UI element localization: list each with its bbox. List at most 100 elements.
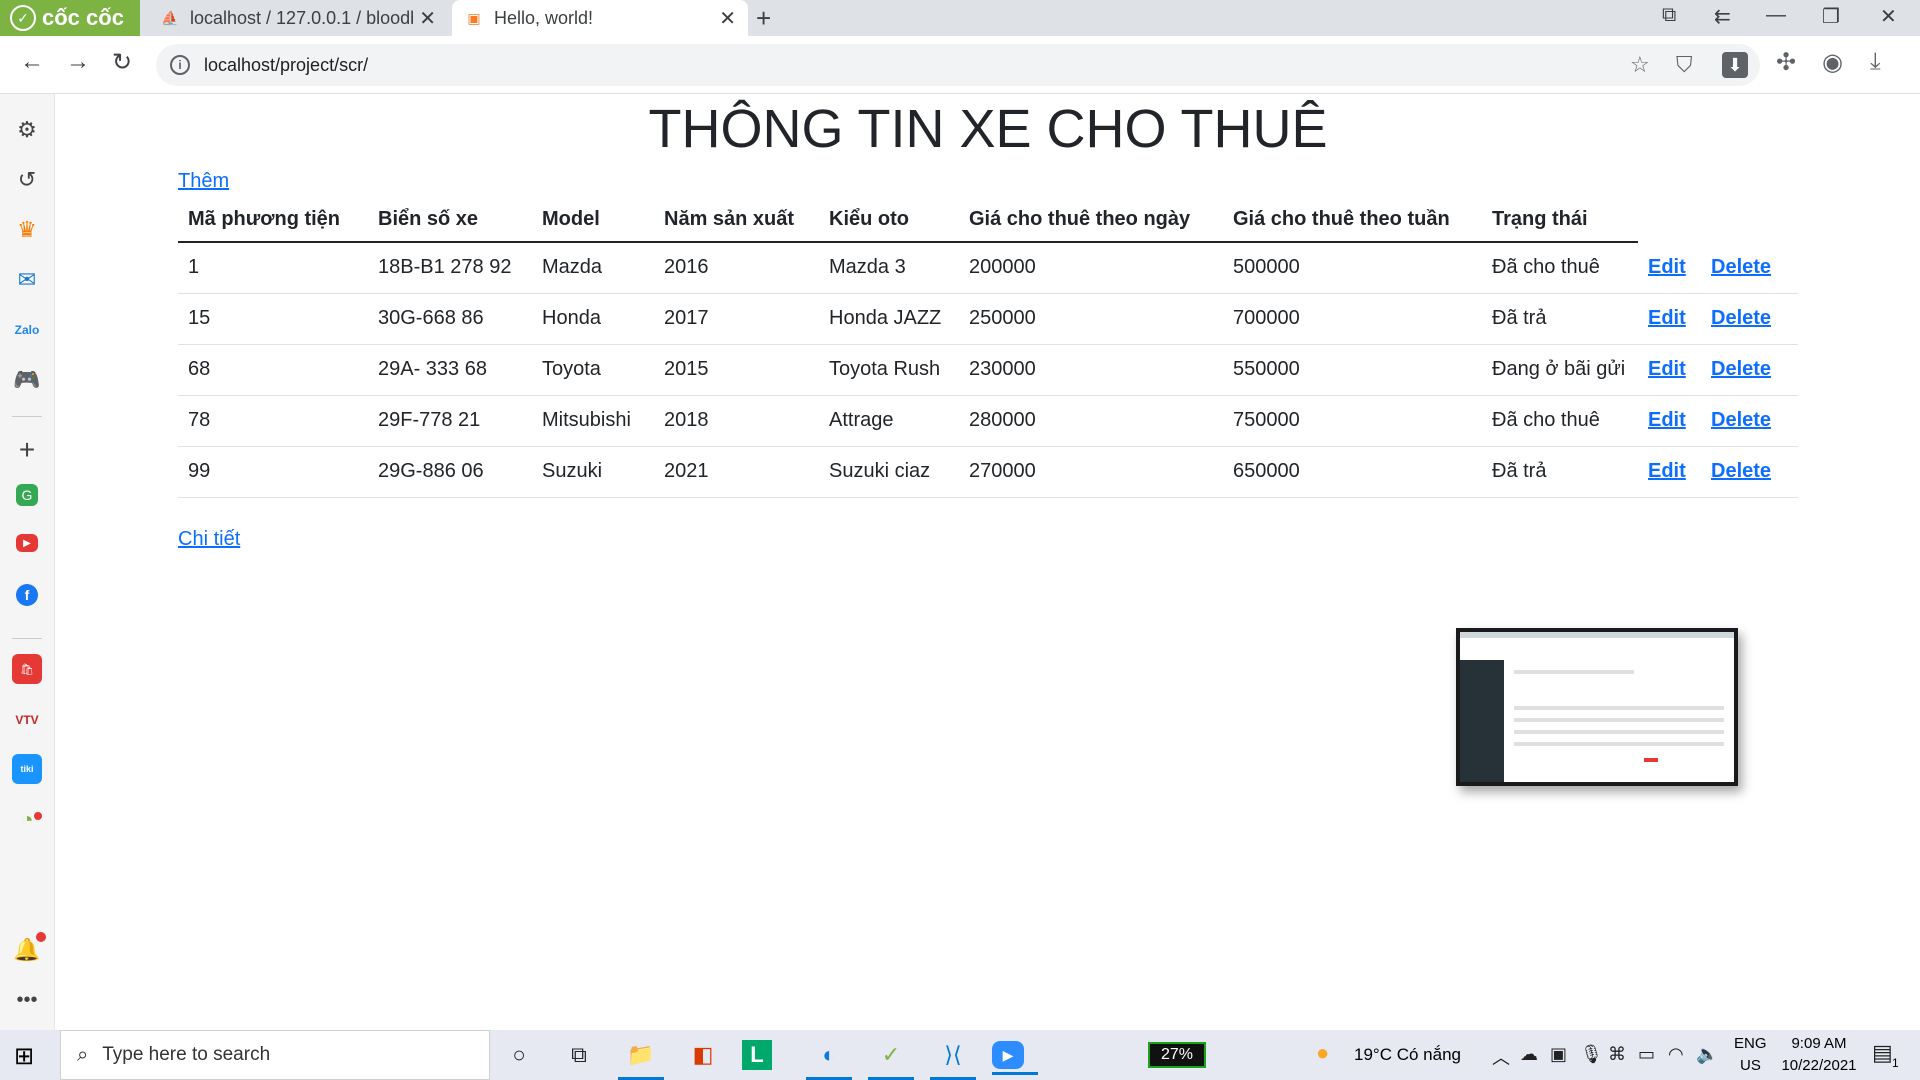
shopee-icon[interactable]: 🛍	[12, 654, 42, 684]
edit-link[interactable]: Edit	[1648, 460, 1686, 482]
minimize-button[interactable]: —	[1766, 4, 1786, 27]
cell-model: Mazda	[532, 242, 654, 294]
edit-link[interactable]: Edit	[1648, 358, 1686, 380]
office-icon[interactable]: ◧	[680, 1036, 726, 1074]
volume-icon[interactable]: 🔈	[1696, 1044, 1718, 1065]
action-center-icon[interactable]: ▤	[1872, 1040, 1893, 1066]
column-header: Model	[532, 198, 654, 243]
cast-icon[interactable]: ⧉	[1662, 4, 1676, 27]
youtube-icon[interactable]: ▶	[16, 534, 38, 552]
detail-link[interactable]: Chi tiết	[178, 528, 240, 551]
onedrive-icon[interactable]: ☁	[1520, 1044, 1538, 1065]
column-header: Biển số xe	[368, 198, 532, 243]
address-bar[interactable]: i localhost/project/scr/ ☆ ⛉ ⬇	[156, 44, 1760, 86]
floating-screenshot-thumbnail[interactable]	[1456, 628, 1738, 786]
cell-weekly-price: 750000	[1223, 395, 1482, 447]
cell-edit: Edit	[1638, 242, 1701, 294]
info-icon[interactable]: i	[170, 55, 190, 75]
weather-sun-icon[interactable]: ●	[1316, 1040, 1329, 1066]
edge-icon[interactable]: ◐	[806, 1036, 852, 1080]
close-window-button[interactable]: ✕	[1880, 4, 1897, 29]
close-icon[interactable]: ✕	[419, 6, 436, 31]
wifi-icon[interactable]: ◠	[1668, 1044, 1684, 1065]
weather-text[interactable]: 19°C Có nắng	[1354, 1045, 1461, 1065]
maximize-button[interactable]: ❐	[1822, 4, 1840, 29]
add-icon[interactable]: +	[11, 434, 43, 466]
downloads-icon[interactable]: ⤓	[1870, 48, 1881, 76]
tab-hello-world[interactable]: ▣ Hello, world! ✕	[452, 0, 748, 36]
chevron-up-icon[interactable]: ︿	[1492, 1044, 1510, 1070]
new-tab-button[interactable]: +	[756, 3, 771, 34]
table-row: 68 29A- 333 68 Toyota 2015 Toyota Rush 2…	[178, 344, 1798, 396]
profile-icon[interactable]: ◉	[1822, 48, 1843, 77]
column-header: Năm sản xuất	[654, 198, 819, 243]
cell-plate: 29G-886 06	[368, 446, 532, 498]
shield-icon[interactable]: ⛉	[1676, 52, 1693, 78]
back-button[interactable]: ←	[16, 48, 48, 76]
more-icon[interactable]: •••	[11, 984, 43, 1016]
battery-icon[interactable]: ▭	[1638, 1044, 1655, 1065]
cortana-icon[interactable]: ○	[496, 1036, 542, 1074]
zalo-icon[interactable]: Zalo	[11, 314, 43, 346]
coccoc-taskbar-icon[interactable]: ✓	[868, 1036, 914, 1080]
tiki-icon[interactable]: tiki	[12, 754, 42, 784]
close-icon[interactable]: ✕	[719, 6, 736, 31]
clock-date[interactable]: 10/22/2021	[1774, 1057, 1864, 1074]
download-video-icon[interactable]: ⬇	[1722, 52, 1748, 78]
taskbar-search[interactable]: ⌕ Type here to search	[60, 1030, 490, 1080]
page-content: THÔNG TIN XE CHO THUÊ Thêm Mã phương tiệ…	[56, 94, 1920, 1030]
battery-meter[interactable]: 27%	[1148, 1042, 1206, 1068]
delete-link[interactable]: Delete	[1711, 460, 1771, 482]
reload-button[interactable]: ↻	[106, 48, 138, 77]
delete-link[interactable]: Delete	[1711, 409, 1771, 431]
add-link[interactable]: Thêm	[178, 170, 229, 193]
grammarly-icon[interactable]: G	[16, 484, 38, 506]
cell-year: 2015	[654, 344, 819, 396]
sidebar-divider	[12, 638, 42, 639]
delete-link[interactable]: Delete	[1711, 307, 1771, 329]
facebook-icon[interactable]: f	[16, 584, 38, 606]
forward-button[interactable]: →	[62, 48, 94, 76]
page-title: THÔNG TIN XE CHO THUÊ	[648, 99, 1328, 159]
cell-edit: Edit	[1638, 446, 1701, 498]
language-top[interactable]: ENG	[1734, 1035, 1767, 1052]
camera-icon[interactable]: ▣	[1550, 1044, 1567, 1065]
coccoc-menu-button[interactable]: ✓ cốc cốc	[0, 0, 140, 36]
settings-icon[interactable]: ⚙	[11, 114, 43, 146]
delete-link[interactable]: Delete	[1711, 256, 1771, 278]
extensions-icon[interactable]: ✣	[1776, 48, 1796, 77]
search-icon: ⌕	[77, 1043, 89, 1066]
tab-phpmyadmin[interactable]: ⛵ localhost / 127.0.0.1 / bloodb ✕	[148, 0, 448, 36]
windows-start-icon[interactable]: ⊞	[14, 1042, 34, 1071]
microphone-icon[interactable]: 🎙	[1580, 1044, 1603, 1065]
lingoes-icon[interactable]: L	[742, 1040, 772, 1070]
cell-id: 1	[178, 242, 368, 294]
cell-car-type: Attrage	[819, 395, 959, 447]
notification-count: 1	[1892, 1056, 1899, 1070]
task-view-icon[interactable]: ⧉	[556, 1036, 602, 1074]
gamepad-icon[interactable]: 🎮	[11, 364, 43, 396]
tab-title: localhost / 127.0.0.1 / bloodb	[190, 7, 414, 28]
language-bottom[interactable]: US	[1740, 1057, 1761, 1074]
app-tray-icon[interactable]: ⌘	[1608, 1044, 1626, 1065]
cell-delete: Delete	[1701, 446, 1798, 498]
clock-time[interactable]: 9:09 AM	[1784, 1035, 1854, 1052]
back-tabs-icon[interactable]: ⇇	[1714, 4, 1731, 29]
thumbnail-sidebar	[1460, 660, 1504, 782]
coccoc-map-icon[interactable]: ◔	[11, 804, 43, 836]
zoom-icon[interactable]: ▶	[992, 1041, 1038, 1075]
edit-link[interactable]: Edit	[1648, 409, 1686, 431]
delete-link[interactable]: Delete	[1711, 358, 1771, 380]
messenger-icon[interactable]: ✉	[11, 264, 43, 296]
cell-weekly-price: 500000	[1223, 242, 1482, 294]
cell-status: Đã trả	[1482, 446, 1638, 498]
star-icon[interactable]: ☆	[1630, 52, 1650, 78]
file-explorer-icon[interactable]: 📁	[618, 1036, 664, 1080]
history-icon[interactable]: ↺	[11, 164, 43, 196]
vscode-icon[interactable]: ⟩⟨	[930, 1036, 976, 1080]
vtv-icon[interactable]: VTV	[11, 704, 43, 736]
search-placeholder: Type here to search	[102, 1044, 271, 1065]
edit-link[interactable]: Edit	[1648, 256, 1686, 278]
crown-icon[interactable]: ♛	[11, 214, 43, 246]
edit-link[interactable]: Edit	[1648, 307, 1686, 329]
